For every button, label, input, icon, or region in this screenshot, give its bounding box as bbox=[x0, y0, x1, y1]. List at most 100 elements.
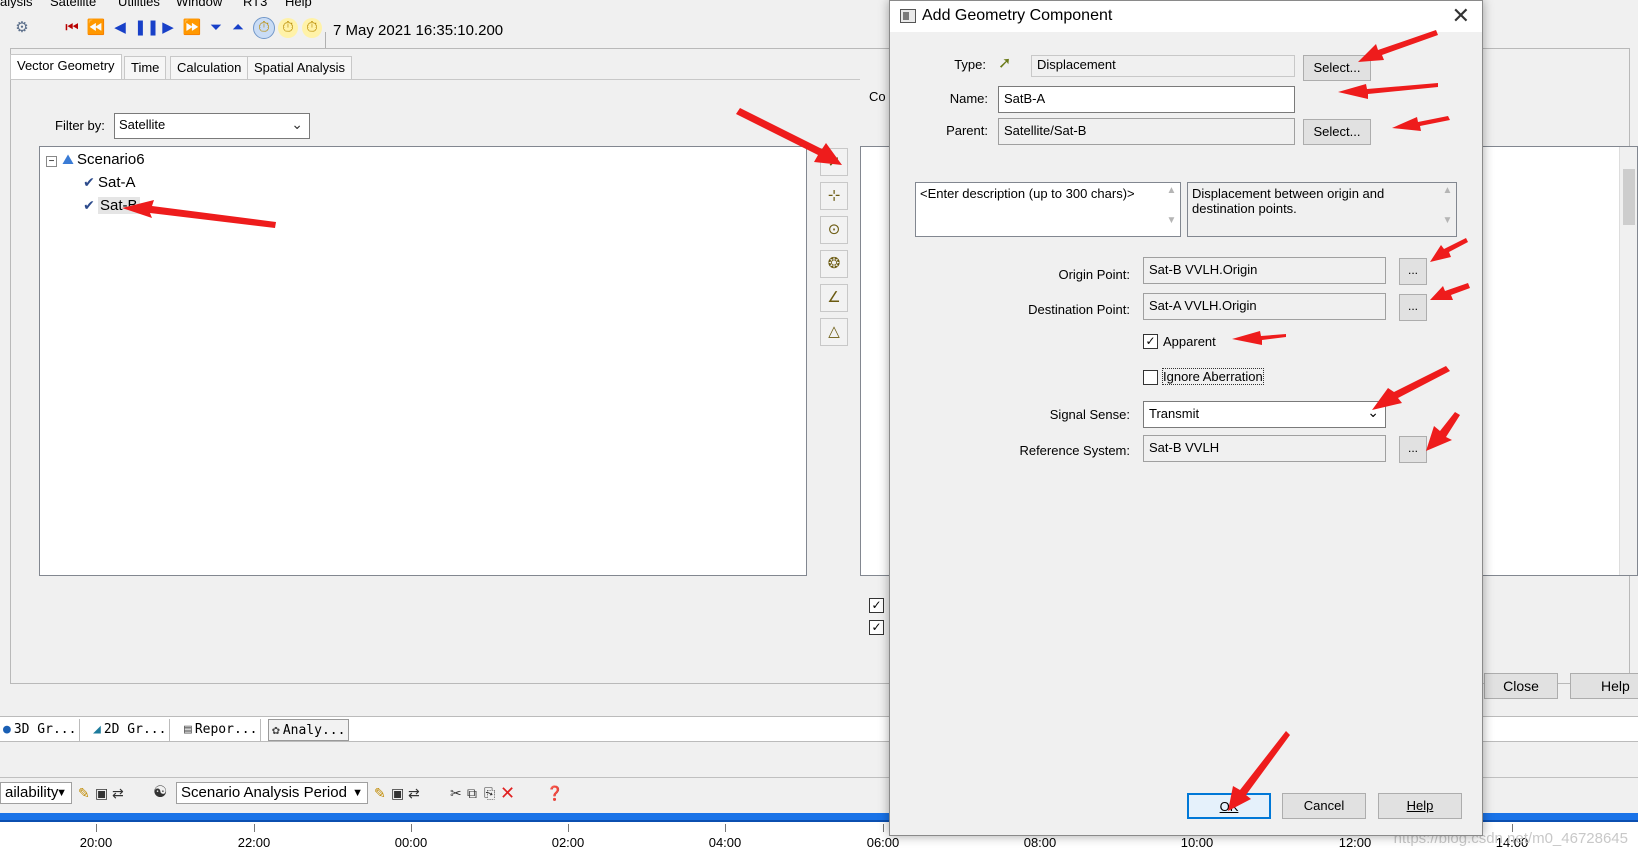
scrollbar-thumb[interactable] bbox=[1623, 169, 1635, 225]
menu-satellite[interactable]: Satellite bbox=[50, 0, 96, 8]
signal-sense-select[interactable]: Transmit ⌄ bbox=[1143, 401, 1386, 428]
cancel-button[interactable]: Cancel bbox=[1282, 793, 1366, 819]
timeline-tick-label: 08:00 bbox=[1023, 835, 1057, 850]
menu-help[interactable]: Help bbox=[285, 0, 312, 8]
satellite-icon: ✔ bbox=[83, 174, 95, 190]
select-parent-button[interactable]: Select... bbox=[1303, 119, 1371, 145]
increase-time-step-icon[interactable]: ⏷ bbox=[206, 18, 226, 38]
group-icon: ☯ bbox=[153, 784, 168, 801]
destination-point-value: Sat-A VVLH.Origin bbox=[1143, 293, 1386, 320]
displacement-icon: ➚ bbox=[998, 55, 1012, 72]
axes-icon: ⊹ bbox=[827, 187, 841, 204]
ignore-aberration-checkbox[interactable] bbox=[1143, 370, 1158, 385]
help-button[interactable]: Help bbox=[1378, 793, 1462, 819]
type-description-box: Displacement between origin and destinat… bbox=[1187, 182, 1457, 237]
menu-window[interactable]: Window bbox=[176, 0, 222, 8]
add-geometry-component-dialog: Add Geometry Component ✕ Type: ➚ Displac… bbox=[889, 0, 1483, 836]
vector-icon: ➚ bbox=[827, 153, 841, 170]
ignore-aberration-label: Ignore Aberration bbox=[1162, 368, 1264, 385]
select-type-button[interactable]: Select... bbox=[1303, 55, 1371, 81]
scroll-up-icon[interactable]: ⏶ bbox=[228, 18, 248, 38]
textarea-scrollbar[interactable]: ▲ ▼ bbox=[1439, 183, 1456, 236]
object-tree[interactable]: − ⛰ Scenario6 ✔ Sat-A ✔ Sat-B bbox=[39, 146, 807, 576]
globe-icon: ● bbox=[3, 722, 11, 737]
paste-icon[interactable]: ⎘ bbox=[484, 784, 495, 802]
chevron-down-icon: ▼ bbox=[352, 787, 363, 799]
tab-vector-geometry[interactable]: Vector Geometry bbox=[10, 54, 122, 79]
cut-icon[interactable]: ✂ bbox=[450, 784, 462, 802]
tree-node-sat-b[interactable]: ✔ Sat-B bbox=[80, 197, 140, 214]
availability-select[interactable]: ailability ▼ bbox=[0, 782, 72, 804]
signal-sense-value: Transmit bbox=[1149, 406, 1200, 421]
tab-spatial-analysis[interactable]: Spatial Analysis bbox=[247, 56, 353, 79]
window-tab-report[interactable]: ▤ Repor... bbox=[181, 719, 262, 741]
collapse-icon[interactable]: − bbox=[46, 156, 57, 167]
dialog-titlebar[interactable]: Add Geometry Component ✕ bbox=[890, 1, 1482, 32]
add-vector-button[interactable]: ➚ bbox=[820, 148, 848, 176]
parent-label: Parent: bbox=[946, 123, 988, 138]
current-time-display[interactable]: 7 May 2021 16:35:10.200 bbox=[333, 22, 503, 39]
tab-calculation[interactable]: Calculation bbox=[170, 56, 249, 79]
add-plane-button[interactable]: △ bbox=[820, 318, 848, 346]
menu-rt3[interactable]: RT3 bbox=[243, 0, 267, 8]
origin-point-label: Origin Point: bbox=[1058, 267, 1130, 282]
menu-analysis[interactable]: alysis bbox=[0, 0, 33, 8]
delete-icon[interactable]: ✕ bbox=[500, 784, 515, 802]
menu-utilities[interactable]: Utilities bbox=[118, 0, 160, 8]
add-axes-button[interactable]: ⊹ bbox=[820, 182, 848, 210]
add-system-button[interactable]: ❂ bbox=[820, 250, 848, 278]
x-real-time-icon[interactable]: ⏱ bbox=[278, 18, 298, 38]
real-time-icon[interactable]: ⏱ bbox=[253, 17, 275, 39]
name-input[interactable]: SatB-A bbox=[998, 86, 1295, 113]
copy-icon[interactable]: ⧉ bbox=[467, 784, 477, 802]
option-checkbox-2[interactable]: ✓ bbox=[869, 620, 884, 635]
save-icon[interactable]: ▣ bbox=[95, 784, 108, 802]
animation-mode-icon[interactable]: ⏱ bbox=[302, 18, 322, 38]
reset-icon[interactable]: ⏮ bbox=[62, 18, 82, 38]
tree-sat-b-label: Sat-B bbox=[98, 197, 140, 214]
window-tab-2d[interactable]: ◢ 2D Gr... bbox=[90, 719, 171, 741]
vertical-scrollbar[interactable] bbox=[1619, 147, 1637, 575]
origin-point-value: Sat-B VVLH.Origin bbox=[1143, 257, 1386, 284]
analysis-period-select[interactable]: Scenario Analysis Period ▼ bbox=[176, 782, 368, 804]
window-icon bbox=[900, 9, 916, 23]
tree-node-scenario[interactable]: − ⛰ Scenario6 bbox=[46, 151, 145, 168]
parent-value: Satellite/Sat-B bbox=[998, 118, 1295, 145]
save-icon[interactable]: ▣ bbox=[391, 784, 404, 802]
decrease-time-step-icon[interactable]: ◀ bbox=[110, 18, 130, 38]
step-forward-icon[interactable]: ⏩ bbox=[182, 18, 202, 38]
tree-node-sat-a[interactable]: ✔ Sat-A bbox=[80, 174, 136, 191]
tree-sat-a-label: Sat-A bbox=[98, 174, 136, 191]
step-back-icon[interactable]: ⏪ bbox=[86, 18, 106, 38]
play-icon[interactable]: ▶ bbox=[158, 18, 178, 38]
timeline-tick-label: 06:00 bbox=[866, 835, 900, 850]
edit-icon[interactable]: ✎ bbox=[374, 784, 386, 802]
edit-icon[interactable]: ✎ bbox=[78, 784, 90, 802]
window-tab-analysis[interactable]: ✿ Analy... bbox=[268, 719, 350, 741]
tab-time[interactable]: Time bbox=[124, 56, 167, 79]
option-checkbox-1[interactable]: ✓ bbox=[869, 598, 884, 613]
add-angle-button[interactable]: ∠ bbox=[820, 284, 848, 312]
timeline-tick-label: 02:00 bbox=[551, 835, 585, 850]
destination-point-browse-button[interactable]: ... bbox=[1399, 294, 1427, 321]
add-point-button[interactable]: ⊙ bbox=[820, 216, 848, 244]
settings-icon[interactable]: ⚙ bbox=[12, 18, 32, 38]
help-button-main[interactable]: Help bbox=[1570, 673, 1638, 699]
textarea-scrollbar[interactable]: ▲ ▼ bbox=[1163, 183, 1180, 236]
reference-system-browse-button[interactable]: ... bbox=[1399, 436, 1427, 463]
reference-system-value: Sat-B VVLH bbox=[1143, 435, 1386, 462]
analysis-icon: ✿ bbox=[272, 723, 280, 738]
description-textarea[interactable]: <Enter description (up to 300 chars)> ▲ ▼ bbox=[915, 182, 1181, 237]
components-label: Co bbox=[869, 89, 886, 104]
close-icon[interactable]: ✕ bbox=[1452, 3, 1470, 29]
ok-button[interactable]: OK bbox=[1187, 793, 1271, 819]
pause-icon[interactable]: ❚❚ bbox=[134, 18, 159, 38]
sync-icon[interactable]: ⇄ bbox=[408, 784, 420, 802]
apparent-checkbox[interactable]: ✓ bbox=[1143, 334, 1158, 349]
window-tab-3d[interactable]: ● 3D Gr... bbox=[0, 719, 81, 741]
help-icon[interactable]: ❓ bbox=[546, 784, 563, 802]
close-button[interactable]: Close bbox=[1484, 673, 1558, 699]
filter-select[interactable]: Satellite ⌄ bbox=[114, 113, 310, 139]
sync-icon[interactable]: ⇄ bbox=[112, 784, 124, 802]
origin-point-browse-button[interactable]: ... bbox=[1399, 258, 1427, 285]
